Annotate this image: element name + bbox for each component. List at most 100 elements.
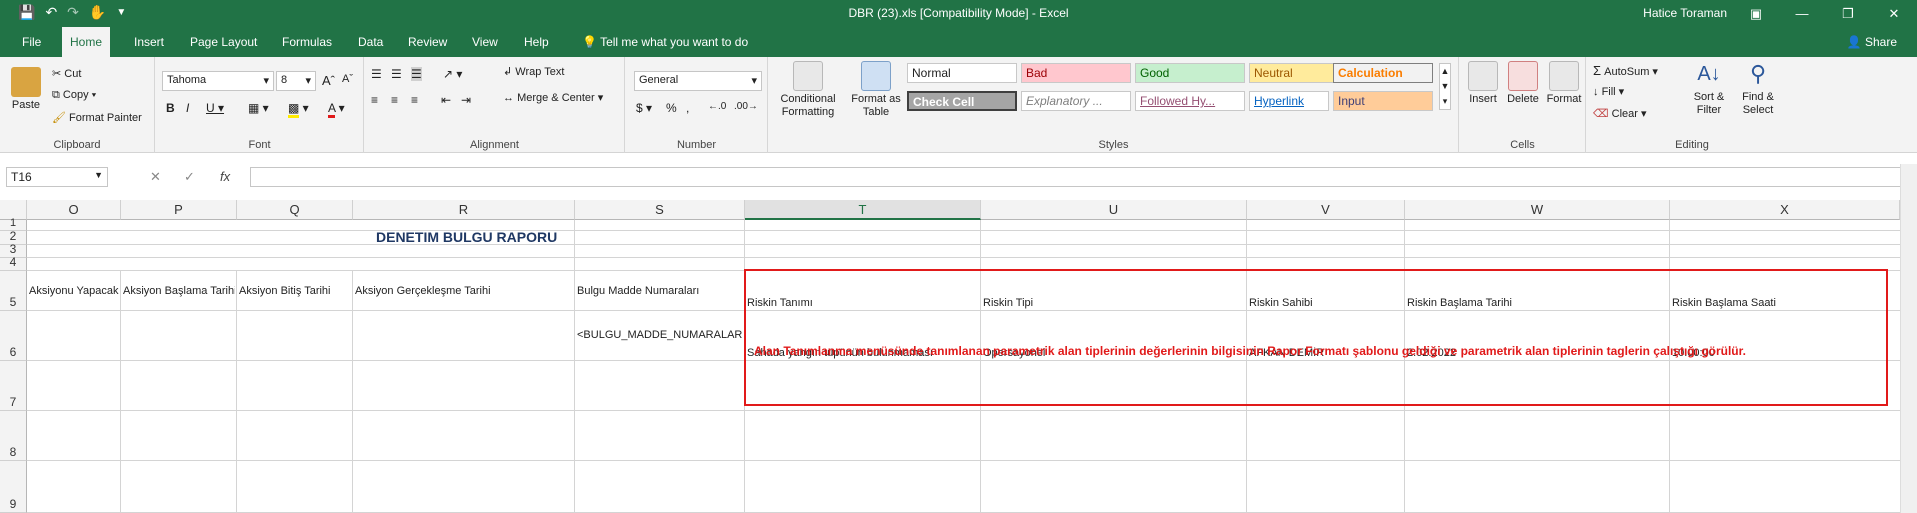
header-aksiyonu-yapacak[interactable]: Aksiyonu Yapacak xyxy=(29,285,119,297)
share-button[interactable]: 👤 Share xyxy=(1847,35,1897,49)
wrap-text-button[interactable]: ↲ Wrap Text xyxy=(503,65,564,78)
copy-button[interactable]: ⧉ Copy ▾ xyxy=(52,89,96,102)
style-check-cell[interactable]: Check Cell xyxy=(907,91,1017,111)
column-header-r[interactable]: R xyxy=(353,200,575,220)
column-header-t[interactable]: T xyxy=(745,200,981,220)
middle-align-icon[interactable]: ☰ xyxy=(391,67,402,81)
number-format-combo[interactable]: General ▾ xyxy=(634,71,762,91)
ribbon-display-icon[interactable]: ▣ xyxy=(1733,0,1779,27)
style-hyperlink[interactable]: Hyperlink xyxy=(1249,91,1329,111)
column-header-s[interactable]: S xyxy=(575,200,745,220)
increase-decimal-icon[interactable]: ←.0 xyxy=(708,101,726,112)
format-cells-button[interactable]: Format xyxy=(1544,61,1584,106)
header-bulgu-madde-numaralari[interactable]: Bulgu Madde Numaraları xyxy=(577,285,743,297)
style-calculation[interactable]: Calculation xyxy=(1333,63,1433,83)
top-align-icon[interactable]: ☰ xyxy=(371,67,382,81)
decrease-indent-icon[interactable]: ⇤ xyxy=(441,93,451,107)
close-icon[interactable]: ✕ xyxy=(1871,0,1917,27)
user-name[interactable]: Hatice Toraman xyxy=(1643,6,1727,20)
tab-help[interactable]: Help xyxy=(516,27,557,57)
style-input[interactable]: Input xyxy=(1333,91,1433,111)
insert-cells-button[interactable]: Insert xyxy=(1464,61,1502,106)
cut-button[interactable]: ✂ Cut xyxy=(52,67,81,80)
vertical-scrollbar[interactable] xyxy=(1900,164,1917,513)
font-group: Tahoma ▾ 8 ▾ Aˆ Aˇ B I U ▾ ▦ ▾ ▩ ▾ A ▾ Fon… xyxy=(156,57,364,153)
comma-icon[interactable]: , xyxy=(686,101,689,115)
fill-color-icon[interactable]: ▩ ▾ xyxy=(288,101,309,118)
percent-icon[interactable]: % xyxy=(666,101,677,115)
column-header-u[interactable]: U xyxy=(981,200,1247,220)
increase-indent-icon[interactable]: ⇥ xyxy=(461,93,471,107)
shrink-font-icon[interactable]: Aˇ xyxy=(342,73,353,85)
insert-function-icon[interactable]: fx xyxy=(220,169,230,184)
row-header-7[interactable]: 7 xyxy=(0,361,27,411)
tab-data[interactable]: Data xyxy=(350,27,391,57)
conditional-formatting-button[interactable]: Conditional Formatting xyxy=(773,61,843,119)
worksheet-grid[interactable]: O P Q R S T U V W X 1 2 3 4 5 6 7 8 9 DE… xyxy=(0,200,1900,513)
row-header-5[interactable]: 5 xyxy=(0,271,27,311)
copy-label: Copy xyxy=(62,89,89,101)
bulgu-madde-placeholder[interactable]: <BULGU_MADDE_NUMARALARI> xyxy=(577,329,743,341)
align-center-icon[interactable]: ≡ xyxy=(391,93,398,107)
column-header-o[interactable]: O xyxy=(27,200,121,220)
format-painter-label: Format Painter xyxy=(69,112,142,124)
font-color-icon[interactable]: A ▾ xyxy=(328,101,345,118)
column-header-p[interactable]: P xyxy=(121,200,237,220)
minimize-icon[interactable]: — xyxy=(1779,0,1825,27)
tab-formulas[interactable]: Formulas xyxy=(274,27,340,57)
tell-me-search[interactable]: 💡 Tell me what you want to do xyxy=(574,27,756,57)
currency-icon[interactable]: $ ▾ xyxy=(636,101,652,115)
row-header-9[interactable]: 9 xyxy=(0,461,27,513)
name-box[interactable]: T16 ▼ xyxy=(6,167,108,187)
tab-page-layout[interactable]: Page Layout xyxy=(182,27,265,57)
column-header-w[interactable]: W xyxy=(1405,200,1670,220)
clear-button[interactable]: ⌫ Clear ▾ xyxy=(1593,107,1647,120)
style-good[interactable]: Good xyxy=(1135,63,1245,83)
align-left-icon[interactable]: ≡ xyxy=(371,93,378,107)
row-header-4[interactable]: 4 xyxy=(0,255,27,271)
tab-review[interactable]: Review xyxy=(400,27,455,57)
styles-gallery-scroll[interactable]: ▲ ▼ ▾ xyxy=(1439,63,1451,110)
tab-view[interactable]: View xyxy=(464,27,506,57)
delete-cells-button[interactable]: Delete xyxy=(1504,61,1542,106)
cancel-formula-icon[interactable]: ✕ xyxy=(150,169,161,185)
column-header-v[interactable]: V xyxy=(1247,200,1405,220)
underline-icon[interactable]: U ▾ xyxy=(206,101,224,115)
style-followed-hyperlink[interactable]: Followed Hy... xyxy=(1135,91,1245,111)
bottom-align-icon[interactable]: ☰ xyxy=(411,67,422,81)
merge-center-button[interactable]: ↔ Merge & Center ▾ xyxy=(503,91,603,104)
tab-file[interactable]: File xyxy=(14,27,49,57)
grow-font-icon[interactable]: Aˆ xyxy=(322,73,335,88)
row-header-8[interactable]: 8 xyxy=(0,411,27,461)
restore-icon[interactable]: ❐ xyxy=(1825,0,1871,27)
find-select-button[interactable]: ⚲ Find & Select xyxy=(1735,59,1781,117)
tab-home[interactable]: Home xyxy=(62,27,111,57)
font-size-value: 8 xyxy=(281,74,288,86)
borders-icon[interactable]: ▦ ▾ xyxy=(248,101,269,115)
orientation-icon[interactable]: ↗ ▾ xyxy=(443,67,462,81)
enter-formula-icon[interactable]: ✓ xyxy=(184,169,195,185)
column-header-q[interactable]: Q xyxy=(237,200,353,220)
style-explanatory[interactable]: Explanatory ... xyxy=(1021,91,1131,111)
fill-button[interactable]: ↓ Fill ▾ xyxy=(1593,85,1624,98)
sort-filter-button[interactable]: A↓ Sort & Filter xyxy=(1687,59,1731,117)
header-aksiyon-bitis-tarihi[interactable]: Aksiyon Bitiş Tarihi xyxy=(239,285,351,297)
paste-button[interactable]: Paste xyxy=(6,67,46,112)
align-right-icon[interactable]: ≡ xyxy=(411,93,418,107)
header-aksiyon-gerceklesme-tarihi[interactable]: Aksiyon Gerçekleşme Tarihi xyxy=(355,285,573,297)
bold-icon[interactable]: B xyxy=(166,101,175,115)
style-bad[interactable]: Bad xyxy=(1021,63,1131,83)
format-painter-button[interactable]: 🖌 Format Painter xyxy=(52,111,142,124)
column-header-x[interactable]: X xyxy=(1670,200,1900,220)
font-name-combo[interactable]: Tahoma ▾ xyxy=(162,71,274,91)
row-header-6[interactable]: 6 xyxy=(0,311,27,361)
italic-icon[interactable]: I xyxy=(186,101,189,115)
format-as-table-button[interactable]: Format as Table xyxy=(847,61,905,119)
font-size-combo[interactable]: 8 ▾ xyxy=(276,71,316,91)
tab-insert[interactable]: Insert xyxy=(126,27,172,57)
header-aksiyon-baslama-tarihi[interactable]: Aksiyon Başlama Tarihi xyxy=(123,285,235,297)
autosum-button[interactable]: Σ AutoSum ▾ xyxy=(1593,63,1658,78)
decrease-decimal-icon[interactable]: .00→ xyxy=(734,101,758,112)
style-normal[interactable]: Normal xyxy=(907,63,1017,83)
formula-input[interactable] xyxy=(250,167,1912,187)
